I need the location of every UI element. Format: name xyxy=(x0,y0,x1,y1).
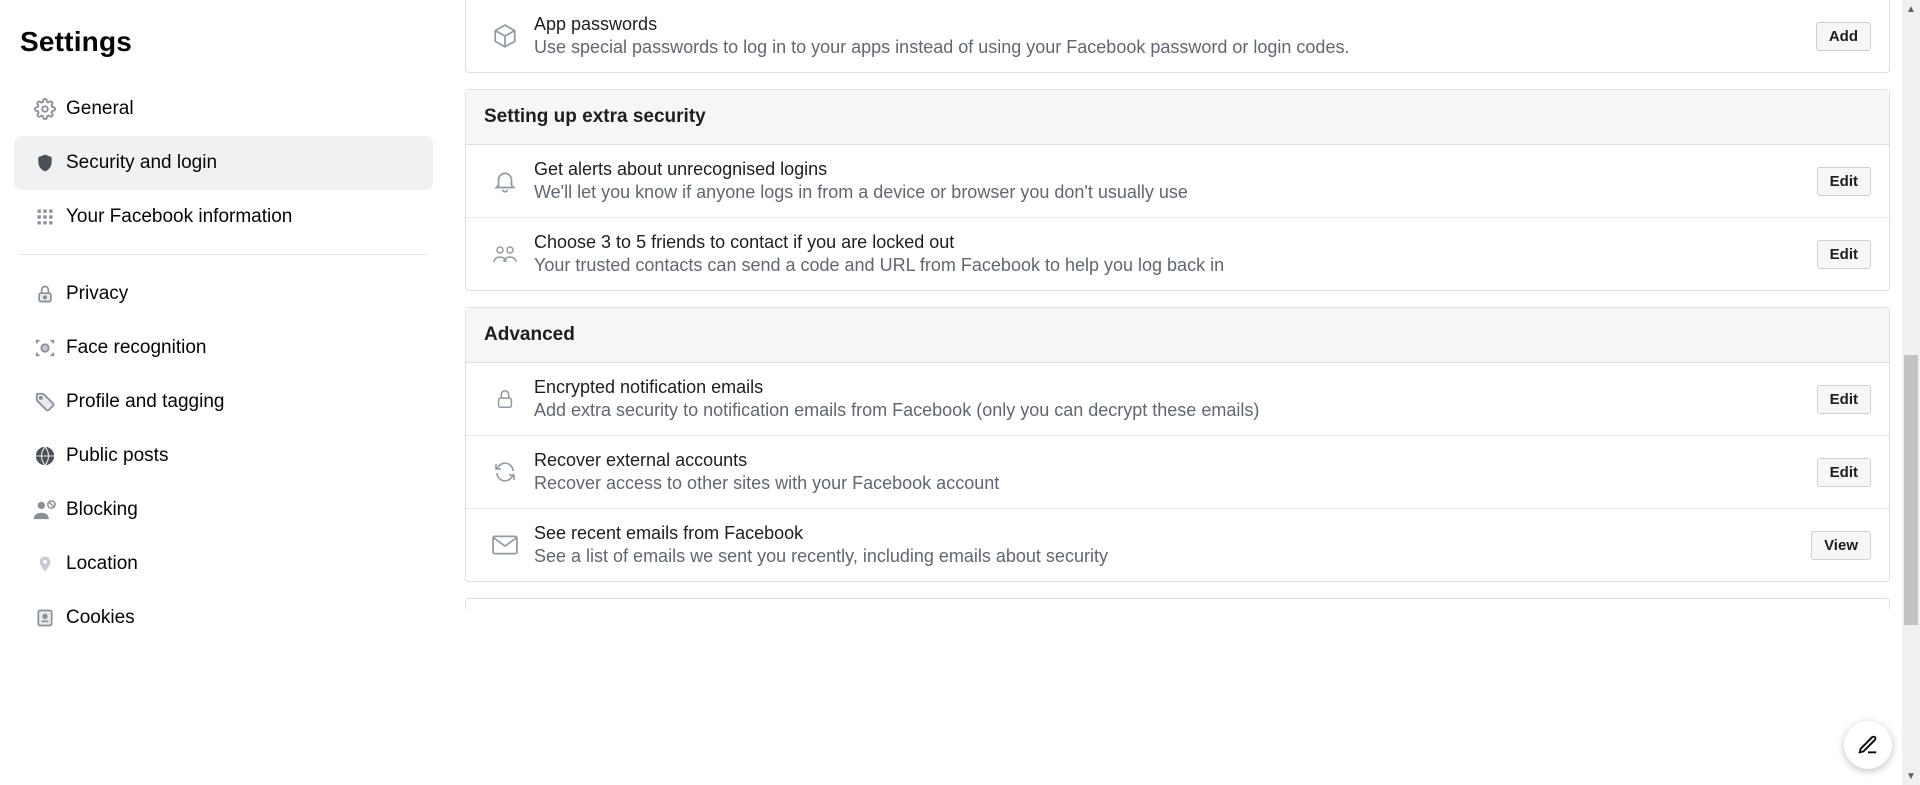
sidebar-item-security[interactable]: Security and login xyxy=(14,136,433,190)
sidebar-item-face-recognition[interactable]: Face recognition xyxy=(14,321,433,375)
row-title: App passwords xyxy=(534,14,1804,35)
row-desc: See a list of emails we sent you recentl… xyxy=(534,546,1799,567)
sidebar-item-label: General xyxy=(66,98,134,120)
sidebar-item-location[interactable]: Location xyxy=(14,537,433,591)
sidebar-item-label: Security and login xyxy=(66,152,217,174)
sidebar-item-label: Cookies xyxy=(66,607,135,629)
row-title: See recent emails from Facebook xyxy=(534,523,1799,544)
row-title: Get alerts about unrecognised logins xyxy=(534,159,1805,180)
edit-button[interactable]: Edit xyxy=(1817,167,1871,196)
section-advanced: Advanced Encrypted notification emails A… xyxy=(465,307,1890,582)
friends-icon xyxy=(484,242,526,266)
sidebar-item-general[interactable]: General xyxy=(14,82,433,136)
section-header: Setting up extra security xyxy=(466,90,1889,145)
section-header: Advanced xyxy=(466,308,1889,363)
lock-person-icon xyxy=(24,283,66,305)
settings-row-encrypted-emails[interactable]: Encrypted notification emails Add extra … xyxy=(466,363,1889,435)
tag-icon xyxy=(24,391,66,413)
lock-icon xyxy=(484,386,526,412)
sidebar-item-public-posts[interactable]: Public posts xyxy=(14,429,433,483)
sidebar-item-label: Blocking xyxy=(66,499,138,521)
face-scan-icon xyxy=(24,337,66,359)
row-desc: Your trusted contacts can send a code an… xyxy=(534,255,1805,276)
scroll-up-arrow-icon[interactable]: ▲ xyxy=(1902,0,1920,18)
section-card: App passwords Use special passwords to l… xyxy=(465,0,1890,73)
sidebar-item-facebook-info[interactable]: Your Facebook information xyxy=(14,190,433,244)
row-title: Recover external accounts xyxy=(534,450,1805,471)
sidebar-item-privacy[interactable]: Privacy xyxy=(14,267,433,321)
edit-button[interactable]: Edit xyxy=(1817,240,1871,269)
grid-icon xyxy=(24,207,66,227)
row-title: Encrypted notification emails xyxy=(534,377,1805,398)
sidebar-item-label: Your Facebook information xyxy=(66,206,292,228)
compose-fab[interactable] xyxy=(1844,721,1892,769)
mail-icon xyxy=(484,535,526,555)
scrollbar-thumb[interactable] xyxy=(1904,355,1918,625)
sidebar-item-profile-tagging[interactable]: Profile and tagging xyxy=(14,375,433,429)
sidebar-item-cookies[interactable]: Cookies xyxy=(14,591,433,645)
scroll-down-arrow-icon[interactable]: ▼ xyxy=(1902,767,1920,785)
settings-row-recover-external[interactable]: Recover external accounts Recover access… xyxy=(466,435,1889,508)
settings-main: App passwords Use special passwords to l… xyxy=(465,0,1890,610)
section-extra-security: Setting up extra security Get alerts abo… xyxy=(465,89,1890,291)
settings-row-recent-emails[interactable]: See recent emails from Facebook See a li… xyxy=(466,508,1889,581)
refresh-icon xyxy=(484,460,526,484)
divider xyxy=(20,254,427,255)
gear-icon xyxy=(24,98,66,120)
sidebar-item-label: Public posts xyxy=(66,445,168,467)
row-desc: Use special passwords to log in to your … xyxy=(534,37,1804,58)
sidebar-item-blocking[interactable]: Blocking xyxy=(14,483,433,537)
location-pin-icon xyxy=(24,552,66,576)
bell-icon xyxy=(484,168,526,194)
scrollbar-track[interactable]: ▲ ▼ xyxy=(1902,0,1920,785)
sidebar-item-label: Privacy xyxy=(66,283,128,305)
block-user-icon xyxy=(24,499,66,521)
compose-icon xyxy=(1857,734,1879,756)
sidebar-item-label: Location xyxy=(66,553,138,575)
section-card xyxy=(465,598,1890,610)
edit-button[interactable]: Edit xyxy=(1817,385,1871,414)
row-desc: We'll let you know if anyone logs in fro… xyxy=(534,182,1805,203)
settings-sidebar: Settings General Security and login Your… xyxy=(0,0,443,785)
settings-row-unrecognised-logins[interactable]: Get alerts about unrecognised logins We'… xyxy=(466,145,1889,217)
sidebar-item-label: Face recognition xyxy=(66,337,206,359)
settings-row-app-passwords[interactable]: App passwords Use special passwords to l… xyxy=(466,0,1889,72)
cube-icon xyxy=(484,23,526,49)
settings-row-trusted-contacts[interactable]: Choose 3 to 5 friends to contact if you … xyxy=(466,217,1889,290)
row-title: Choose 3 to 5 friends to contact if you … xyxy=(534,232,1805,253)
row-desc: Recover access to other sites with your … xyxy=(534,473,1805,494)
add-button[interactable]: Add xyxy=(1816,22,1871,51)
shield-icon xyxy=(24,152,66,174)
view-button[interactable]: View xyxy=(1811,531,1871,560)
row-desc: Add extra security to notification email… xyxy=(534,400,1805,421)
edit-button[interactable]: Edit xyxy=(1817,458,1871,487)
badge-icon xyxy=(24,607,66,629)
globe-icon xyxy=(24,445,66,467)
page-title: Settings xyxy=(20,26,433,58)
sidebar-item-label: Profile and tagging xyxy=(66,391,224,413)
